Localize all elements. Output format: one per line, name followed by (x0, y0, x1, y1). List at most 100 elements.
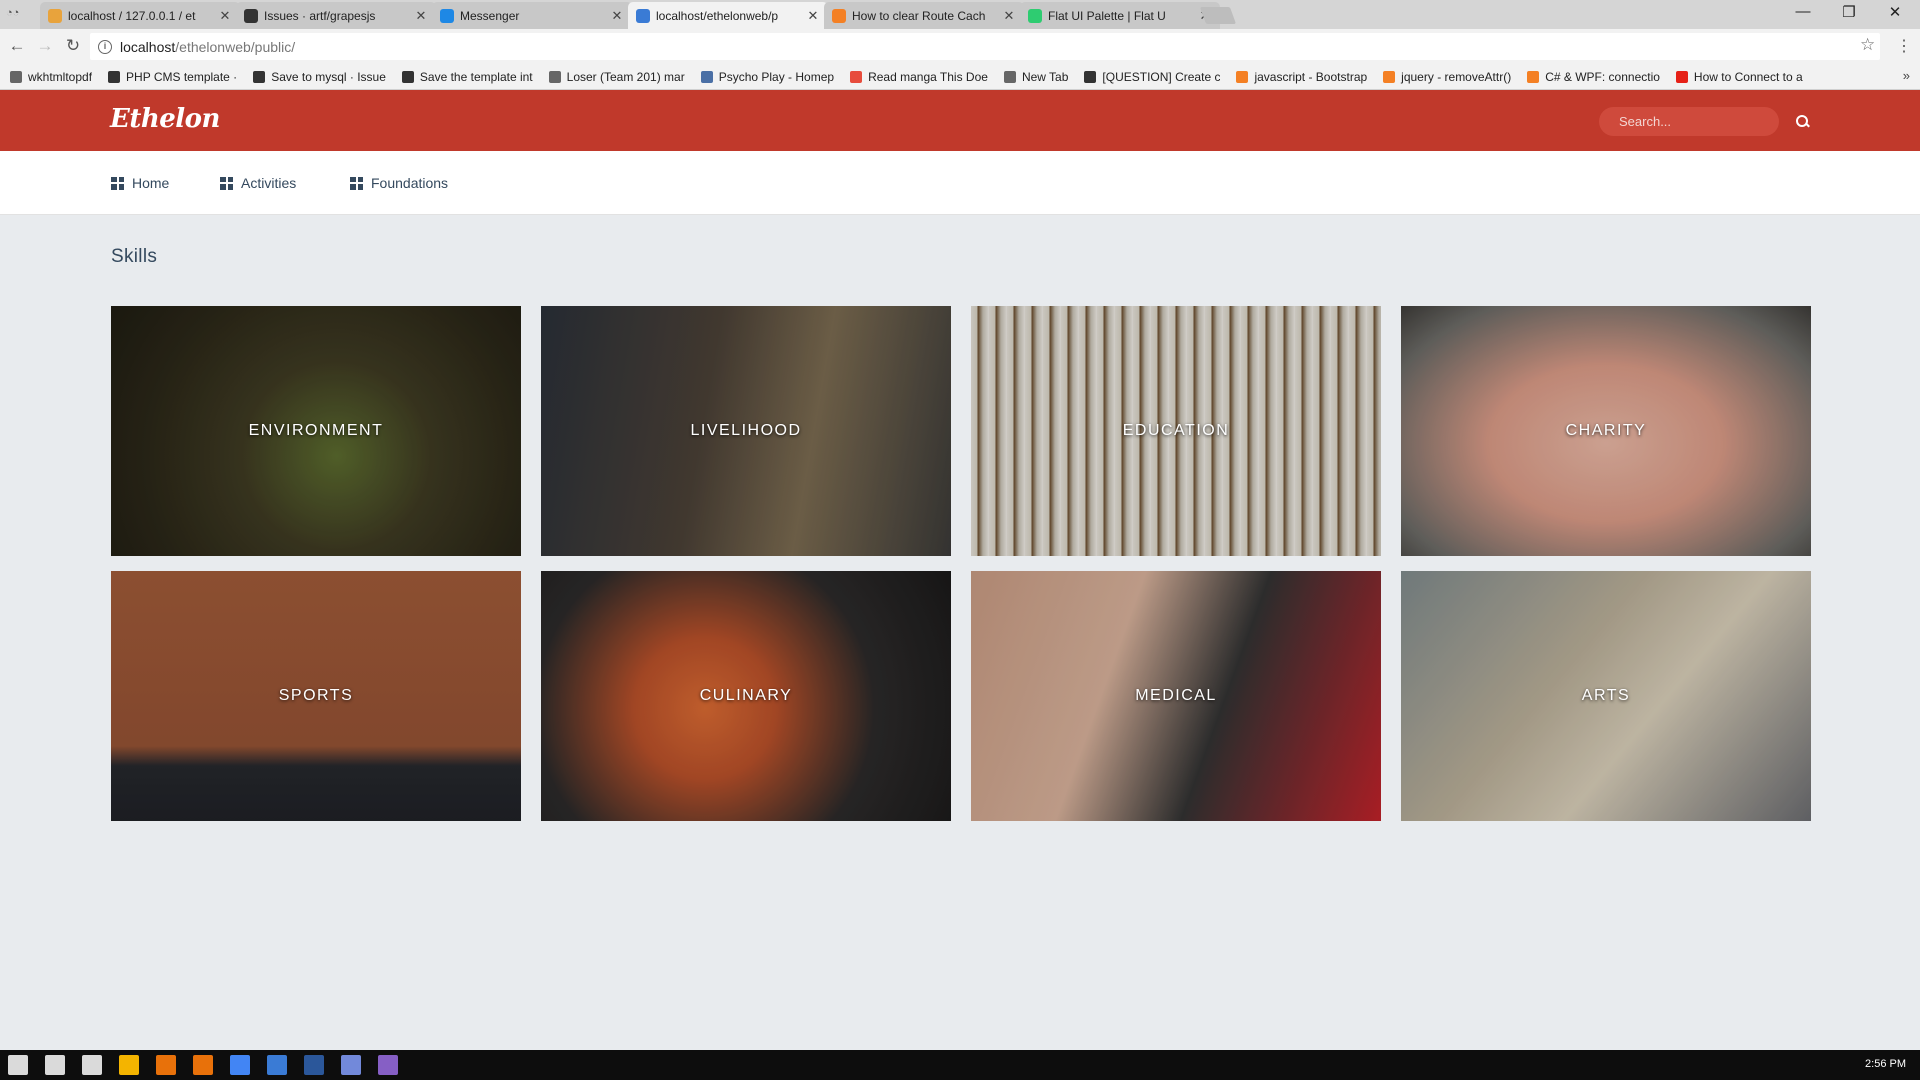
taskbar-app-icon[interactable] (267, 1055, 287, 1075)
bookmark-item[interactable]: PHP CMS template · (108, 70, 237, 84)
skill-card-sports[interactable]: SPORTS (111, 571, 521, 821)
bookmark-item[interactable]: Save the template int (401, 70, 533, 84)
tab-favicon-icon (244, 8, 258, 23)
skill-card-environment[interactable]: ENVIRONMENT (111, 306, 521, 556)
taskbar-app-icon[interactable] (82, 1055, 102, 1075)
restore-icon[interactable]: ❐ (1826, 3, 1872, 21)
nav-item-foundations[interactable]: Foundations (350, 151, 448, 215)
tab-favicon-icon (440, 8, 454, 23)
bookmark-item[interactable]: New Tab (1003, 70, 1068, 84)
taskbar-app-icon[interactable] (341, 1055, 361, 1075)
bookmark-label: Save to mysql · Issue (271, 69, 386, 84)
tab-close-icon[interactable]: ✕ (610, 8, 624, 24)
browser-menu-icon[interactable]: ⋮ (1896, 36, 1912, 56)
bookmark-item[interactable]: Read manga This Doe (850, 70, 988, 84)
main-nav: Home Activities Foundations (0, 151, 1920, 215)
search-box (1599, 107, 1808, 136)
tab-title: localhost / 127.0.0.1 / et (68, 8, 196, 23)
bookmark-item[interactable]: How to Connect to a (1675, 70, 1803, 84)
taskbar-app-icon[interactable] (193, 1055, 213, 1075)
tab-close-icon[interactable]: ✕ (218, 8, 232, 24)
new-tab-button[interactable] (1199, 7, 1237, 24)
tab-favicon-icon (832, 8, 846, 23)
bookmark-label: Read manga This Doe (868, 69, 988, 84)
tab-close-icon[interactable]: ✕ (1002, 8, 1016, 24)
url-host: localhost (120, 38, 176, 55)
minimize-icon[interactable]: — (1780, 3, 1826, 20)
skill-card-arts[interactable]: ARTS (1401, 571, 1811, 821)
skill-card-charity[interactable]: CHARITY (1401, 306, 1811, 556)
bookmark-favicon-icon (850, 70, 863, 83)
skill-card-livelihood[interactable]: LIVELIHOOD (541, 306, 951, 556)
bookmark-item[interactable]: [QUESTION] Create c (1084, 70, 1220, 84)
browser-toolbar: ← → ↻ i localhost /ethelonweb/public/ ☆ … (0, 29, 1920, 64)
bookmark-favicon-icon (10, 70, 22, 83)
incognito-icon[interactable]: ◔◔ (6, 7, 24, 21)
section-title: Skills (111, 246, 158, 267)
nav-item-activities[interactable]: Activities (220, 151, 296, 215)
info-icon[interactable]: i (98, 39, 112, 54)
bookmark-favicon-icon (1084, 70, 1097, 83)
address-bar[interactable]: i localhost /ethelonweb/public/ (90, 33, 1880, 60)
bookmarks-overflow-icon[interactable]: » (1903, 68, 1910, 83)
browser-tab[interactable]: How to clear Route Cach ✕ (824, 2, 1024, 29)
skill-card-label: SPORTS (278, 687, 354, 704)
tab-title: localhost/ethelonweb/p (656, 8, 779, 23)
search-input[interactable] (1619, 114, 1795, 129)
bookmark-item[interactable]: Save to mysql · Issue (253, 70, 386, 84)
skill-card-label: EDUCATION (1122, 422, 1230, 439)
url-path: /ethelonweb/public/ (175, 38, 296, 55)
start-icon[interactable] (8, 1055, 28, 1075)
tab-title: Flat UI Palette | Flat U (1048, 8, 1166, 23)
browser-tab[interactable]: Flat UI Palette | Flat U✕ (1020, 2, 1220, 29)
bookmark-item[interactable]: Psycho Play - Homep (700, 69, 835, 84)
bookmark-favicon-icon (253, 70, 266, 83)
taskbar-app-icon[interactable] (119, 1055, 139, 1075)
nav-item-home[interactable]: Home (111, 151, 169, 215)
bookmark-label: Loser (Team 201) mar (566, 69, 685, 84)
bookmark-favicon-icon (401, 70, 414, 83)
tab-title: Messenger (460, 8, 520, 23)
bookmark-favicon-icon (1383, 70, 1396, 83)
taskbar-app-icon[interactable] (156, 1055, 176, 1075)
skill-card-education[interactable]: EDUCATION (971, 306, 1381, 556)
taskbar-app-icon[interactable] (378, 1055, 398, 1075)
skill-card-label: ARTS (1581, 687, 1631, 704)
bookmark-label: javascript - Bootstrap (1254, 69, 1368, 84)
bookmark-label: [QUESTION] Create c (1102, 69, 1221, 84)
tab-close-icon[interactable]: ✕ (806, 8, 820, 24)
dashboard-icon (350, 176, 363, 190)
tab-favicon-icon (636, 8, 650, 23)
browser-tab[interactable]: Issues · artf/grapesjs ✕ (236, 2, 436, 29)
skill-card-label: MEDICAL (1135, 687, 1217, 704)
tab-close-icon[interactable]: ✕ (414, 8, 428, 24)
reload-icon[interactable]: ↻ (63, 36, 83, 56)
bookmark-favicon-icon (1236, 70, 1249, 83)
skill-card-medical[interactable]: MEDICAL (971, 571, 1381, 821)
search-taskbar-icon[interactable] (45, 1055, 65, 1075)
bookmark-item[interactable]: C# & WPF: connectio (1527, 70, 1660, 84)
back-icon[interactable]: ← (7, 36, 27, 56)
forward-icon[interactable]: → (35, 36, 55, 56)
taskbar-app-icon[interactable] (304, 1055, 324, 1075)
bookmark-item[interactable]: jquery - removeAttr() (1383, 70, 1511, 84)
browser-tab[interactable]: Messenger ✕ (432, 2, 632, 29)
bookmark-item[interactable]: wkhtmltopdf (10, 70, 92, 84)
taskbar-app-icon[interactable] (230, 1055, 250, 1075)
skill-card-label: CULINARY (699, 687, 793, 704)
skill-card-culinary[interactable]: CULINARY (541, 571, 951, 821)
nav-item-label: Foundations (371, 175, 449, 191)
brand-logo[interactable]: Ethelon (110, 104, 220, 134)
nav-item-label: Activities (241, 175, 297, 191)
browser-tab[interactable]: localhost / 127.0.0.1 / et ✕ (40, 2, 240, 29)
bookmark-item[interactable]: javascript - Bootstrap (1236, 70, 1367, 84)
bookmark-label: Psycho Play - Homep (718, 69, 835, 84)
browser-tab[interactable]: localhost/ethelonweb/p ✕ (628, 2, 828, 29)
bookmark-star-icon[interactable]: ☆ (1860, 35, 1875, 55)
skill-card-label: LIVELIHOOD (690, 422, 802, 439)
bookmark-item[interactable]: Loser (Team 201) mar (548, 69, 685, 84)
bookmark-label: C# & WPF: connectio (1545, 69, 1660, 84)
browser-tab-strip: ◔◔ localhost / 127.0.0.1 / et ✕ Issues · a… (0, 0, 1920, 29)
skill-card-label: CHARITY (1565, 422, 1647, 439)
close-window-icon[interactable]: ✕ (1872, 3, 1918, 21)
